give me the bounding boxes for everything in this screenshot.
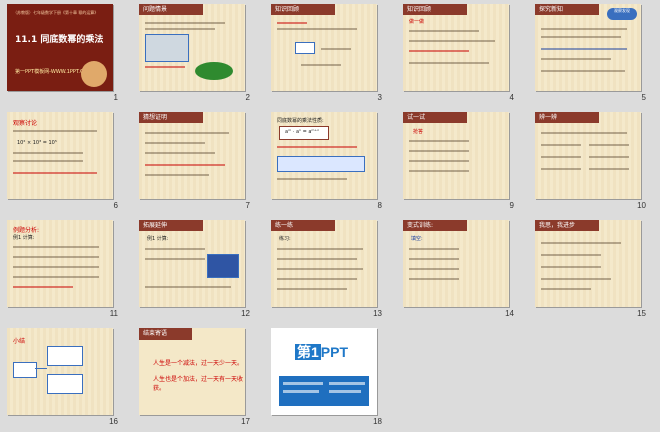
slide-title: 探究新知 <box>535 4 599 15</box>
slide-preview: 知识回顾 做一做 <box>403 4 509 91</box>
brand-logo: 第1 PPT <box>295 344 349 360</box>
slide-subtitle: 例1 计算: <box>13 235 35 241</box>
banner <box>279 376 369 406</box>
slide-preview: 知识回顾 <box>271 4 377 91</box>
slide-top-note: （苏教版）七年级数学下册《第十章 幂的运算》 <box>13 10 99 15</box>
slide-title: 知识回顾 <box>403 4 467 15</box>
slide-title: 同底数幂的乘法性质: <box>277 118 324 124</box>
slide-number: 6 <box>113 201 118 210</box>
slide-preview: 练一练 练习: <box>271 220 377 307</box>
slide-title: 拓展延伸 <box>139 220 203 231</box>
slide-number: 14 <box>505 309 514 318</box>
slide-preview: 问题情景 <box>139 4 245 91</box>
slide-subtitle: 例1 计算: <box>147 236 169 242</box>
slide-preview: 拓展延伸 例1 计算: <box>139 220 245 307</box>
slide-thumb-13[interactable]: 练一练 练习: 13 <box>264 216 396 324</box>
slide-number: 4 <box>509 93 514 102</box>
slide-number: 10 <box>637 201 646 210</box>
slide-preview: 探究新知 观察发现 <box>535 4 641 91</box>
slide-title: 小结 <box>13 338 26 345</box>
slide-preview: 辨一辨 <box>535 112 641 199</box>
slide-thumb-10[interactable]: 辨一辨 10 <box>528 108 660 216</box>
slide-subtitle: 练习: <box>279 236 291 242</box>
slide-number: 18 <box>373 417 382 426</box>
slide-number: 1 <box>113 93 118 102</box>
slide-number: 16 <box>109 417 118 426</box>
slide-text-line: 人生也是个加法，过一天有一天收获。 <box>153 376 244 392</box>
slide-preview: 猜想证明 <box>139 112 245 199</box>
slide-title: 问题情景 <box>139 4 203 15</box>
slide-title: 例题分析: <box>13 227 40 234</box>
slide-thumb-1[interactable]: （苏教版）七年级数学下册《第十章 幂的运算》 11.1 同底数幂的乘法 第一PP… <box>0 0 132 108</box>
slide-thumb-11[interactable]: 例题分析: 例1 计算: 11 <box>0 216 132 324</box>
slide-preview: 例题分析: 例1 计算: <box>7 220 113 307</box>
illustration-image <box>145 34 189 62</box>
slide-title: 辨一辨 <box>535 112 599 123</box>
slide-thumb-12[interactable]: 拓展延伸 例1 计算: 12 <box>132 216 264 324</box>
slide-number: 7 <box>245 201 250 210</box>
slide-badge: 做一做 <box>409 19 425 25</box>
slide-preview: 同底数幂的乘法性质: aᵐ · aⁿ = aᵐ⁺ⁿ <box>271 112 377 199</box>
slide-title: 试一试 <box>403 112 467 123</box>
slide-text-line: 人生是一个减法，过一天少一天。 <box>153 360 244 367</box>
slide-thumb-9[interactable]: 试一试 抢答 9 <box>396 108 528 216</box>
slide-title: 观察讨论 <box>13 120 38 127</box>
slide-number: 3 <box>377 93 382 102</box>
slide-preview: 小结 <box>7 328 113 415</box>
slide-number: 17 <box>241 417 250 426</box>
slide-formula: 10² × 10³ = 10⁵ <box>17 140 57 146</box>
slide-title: 11.1 同底数幂的乘法 <box>15 35 104 45</box>
slide-preview: 变式训练: 填空: <box>403 220 509 307</box>
slide-title: 变式训练: <box>403 220 467 231</box>
slide-thumb-17[interactable]: 结束寄语 人生是一个减法，过一天少一天。 人生也是个加法，过一天有一天收获。 1… <box>132 324 264 432</box>
slide-number: 9 <box>509 201 514 210</box>
slide-preview: 第1 PPT <box>271 328 377 415</box>
slide-subtitle: 填空: <box>411 236 423 242</box>
slide-number: 13 <box>373 309 382 318</box>
slide-formula: aᵐ · aⁿ = aᵐ⁺ⁿ <box>285 129 320 135</box>
slide-thumb-5[interactable]: 探究新知 观察发现 5 <box>528 0 660 108</box>
slide-number: 12 <box>241 309 250 318</box>
slide-number: 2 <box>245 93 250 102</box>
slide-badge: 观察发现 <box>607 8 637 20</box>
slide-preview: 试一试 抢答 <box>403 112 509 199</box>
slide-title: 知识回顾 <box>271 4 335 15</box>
slide-title: 猜想证明 <box>139 112 203 123</box>
slide-thumb-7[interactable]: 猜想证明 7 <box>132 108 264 216</box>
slide-number: 11 <box>109 309 118 318</box>
slide-preview: 结束寄语 人生是一个减法，过一天少一天。 人生也是个加法，过一天有一天收获。 <box>139 328 245 415</box>
decoration-image <box>81 61 107 87</box>
slide-badge: 抢答 <box>413 129 424 135</box>
slide-thumb-15[interactable]: 我思，我进步 15 <box>528 216 660 324</box>
slide-thumb-8[interactable]: 同底数幂的乘法性质: aᵐ · aⁿ = aᵐ⁺ⁿ 8 <box>264 108 396 216</box>
slide-thumb-4[interactable]: 知识回顾 做一做 4 <box>396 0 528 108</box>
slide-preview: 观察讨论 10² × 10³ = 10⁵ <box>7 112 113 199</box>
slide-sorter-grid: （苏教版）七年级数学下册《第十章 幂的运算》 11.1 同底数幂的乘法 第一PP… <box>0 0 660 432</box>
slide-thumb-6[interactable]: 观察讨论 10² × 10³ = 10⁵ 6 <box>0 108 132 216</box>
slide-preview: 我思，我进步 <box>535 220 641 307</box>
slide-thumb-14[interactable]: 变式训练: 填空: 14 <box>396 216 528 324</box>
slide-thumb-16[interactable]: 小结 16 <box>0 324 132 432</box>
slide-preview: （苏教版）七年级数学下册《第十章 幂的运算》 11.1 同底数幂的乘法 第一PP… <box>7 4 113 91</box>
slide-number: 15 <box>637 309 646 318</box>
slide-thumb-2[interactable]: 问题情景 2 <box>132 0 264 108</box>
slide-number: 8 <box>377 201 382 210</box>
speech-bubble <box>195 62 233 80</box>
slide-title: 我思，我进步 <box>535 220 599 231</box>
slide-title: 练一练 <box>271 220 335 231</box>
slide-thumb-3[interactable]: 知识回顾 3 <box>264 0 396 108</box>
slide-title: 结束寄语 <box>139 328 192 340</box>
slide-thumb-18[interactable]: 第1 PPT 18 <box>264 324 396 432</box>
slide-number: 5 <box>641 93 646 102</box>
